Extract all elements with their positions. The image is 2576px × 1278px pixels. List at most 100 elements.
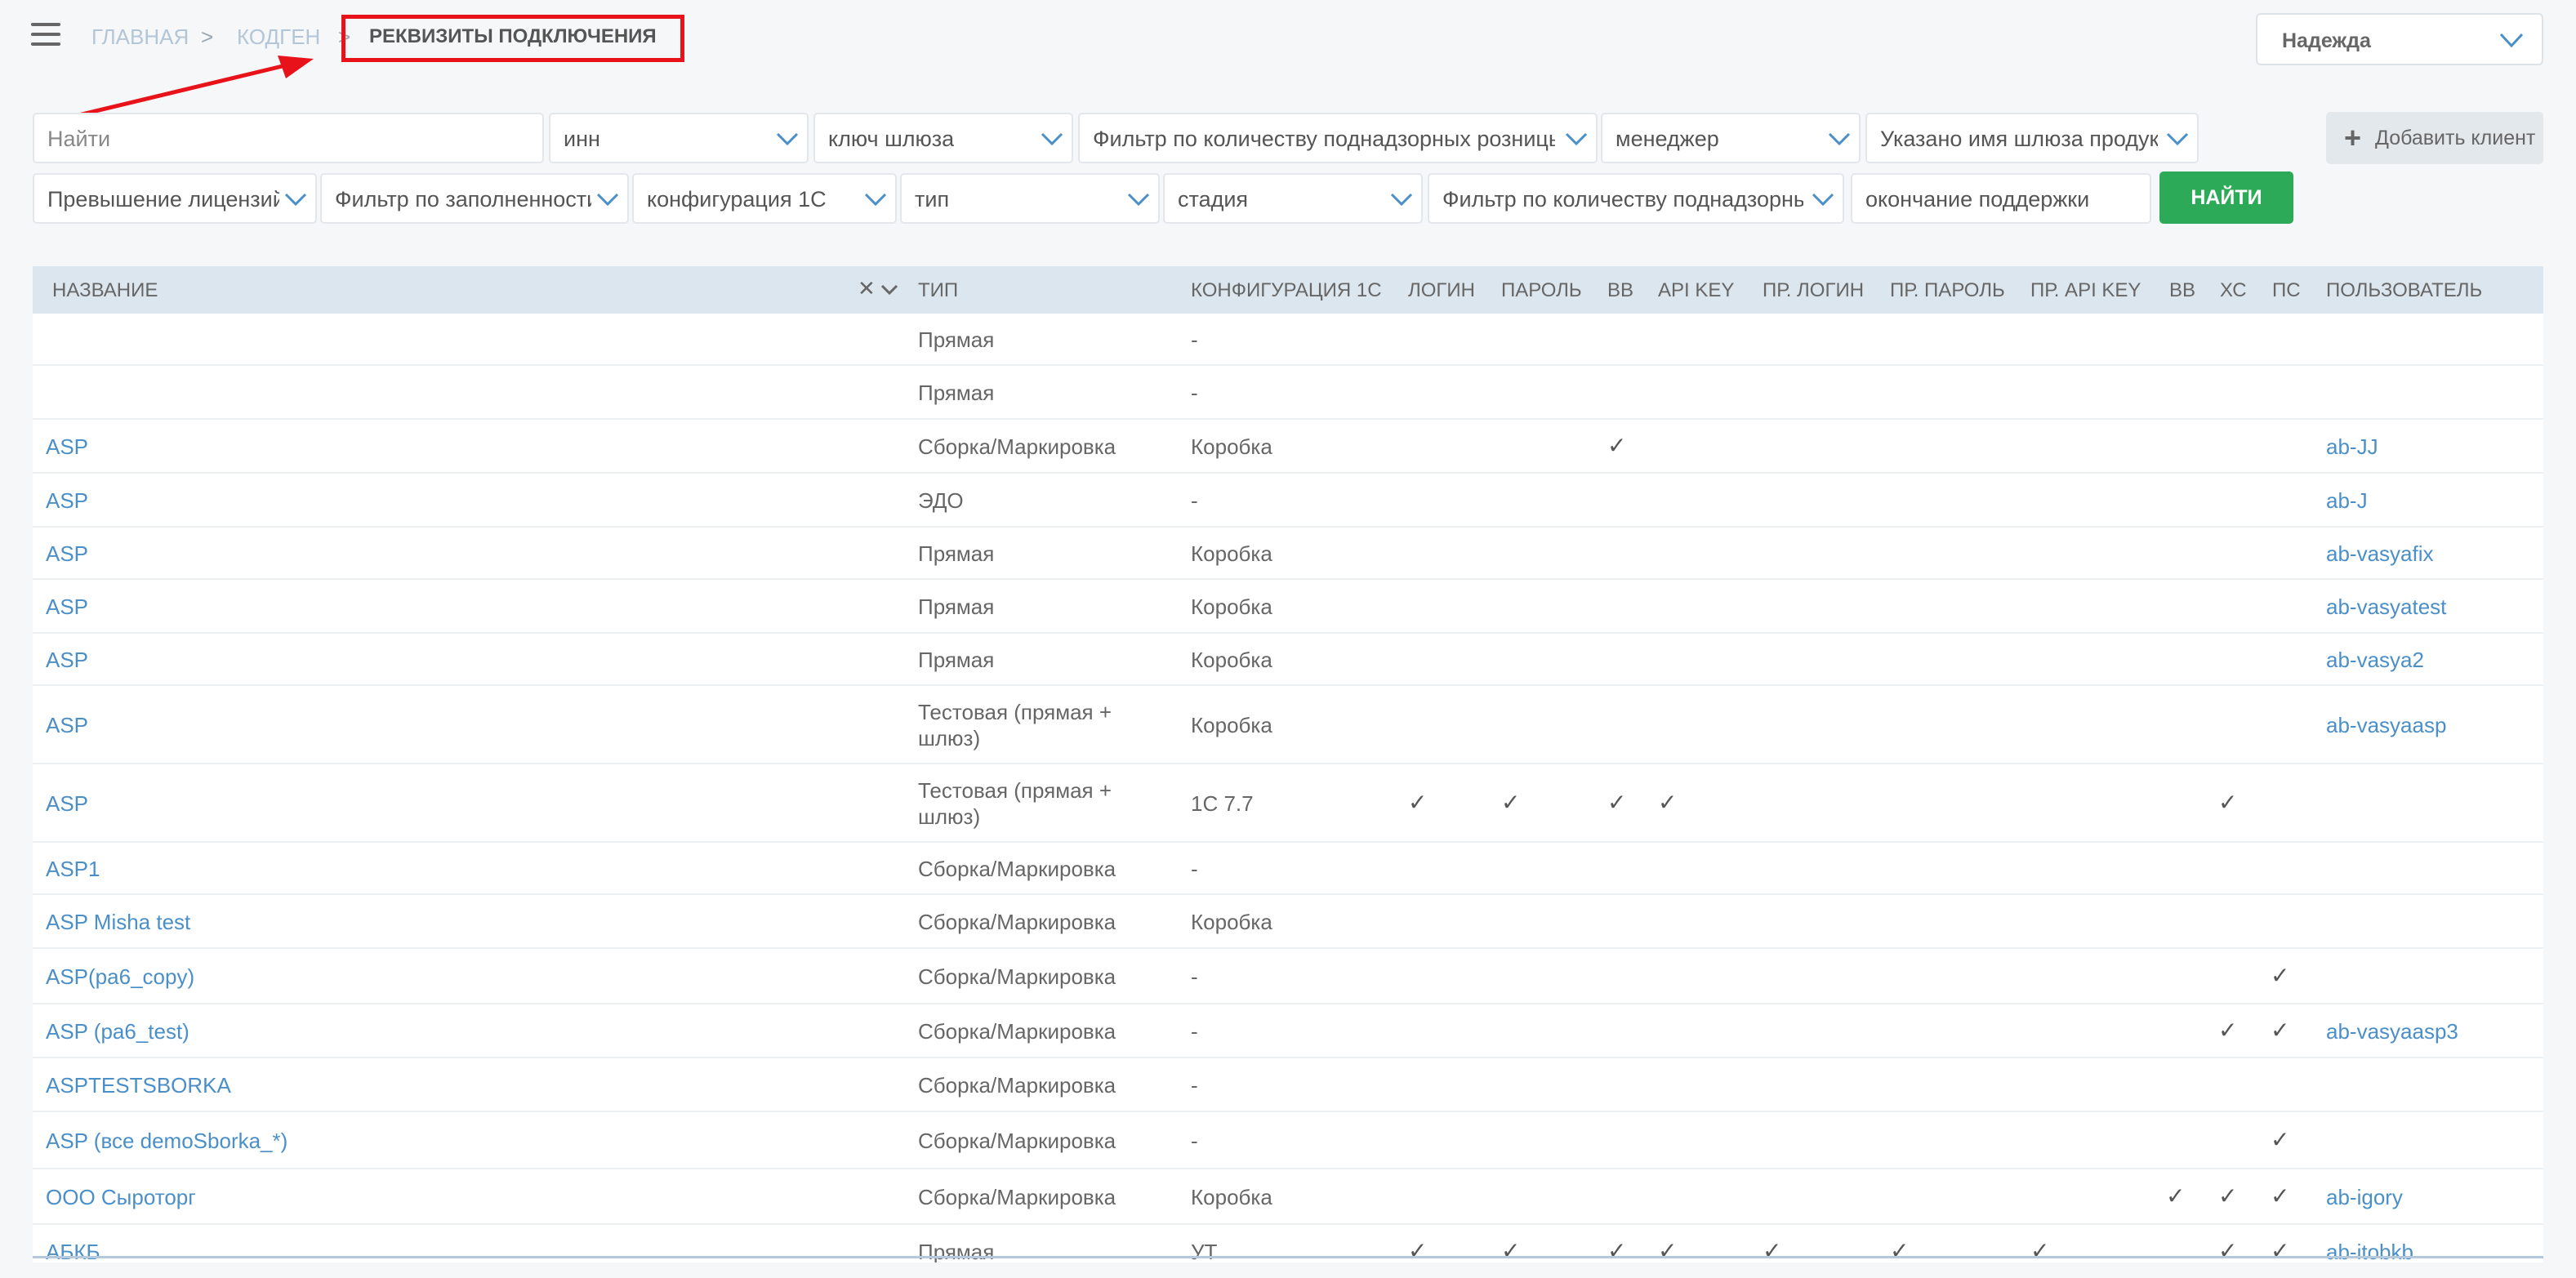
client-config: Коробка xyxy=(1191,1185,1272,1209)
table-row[interactable]: ASP (все demoSborka_*) Сборка/Маркировка -… xyxy=(33,1112,2543,1169)
table-row[interactable]: ASP Прямая Коробка ab-vasyatest xyxy=(33,580,2543,634)
config-1c-filter[interactable]: конфигурация 1С xyxy=(632,173,897,224)
check-mark-icon: ✓ xyxy=(2271,1018,2290,1043)
table-row[interactable]: Прямая - xyxy=(33,366,2543,420)
column-header-xs[interactable]: ХС xyxy=(2220,279,2247,302)
check-mark-icon: ✓ xyxy=(1607,790,1627,815)
client-config: - xyxy=(1191,1129,1198,1153)
table-row[interactable]: ASPTESTSBORKA Сборка/Маркировка - xyxy=(33,1058,2543,1112)
client-name-link[interactable]: ASP Misha test xyxy=(46,909,190,935)
chevron-down-icon xyxy=(1390,193,1413,207)
client-name-link[interactable]: ASP xyxy=(46,541,88,567)
breadcrumb-section[interactable]: КОДГЕН xyxy=(237,24,320,50)
check-mark-icon: ✓ xyxy=(1501,1238,1521,1262)
table-row[interactable]: ASP Тестовая (прямая + шлюз) Коробка ab-vas… xyxy=(33,686,2543,764)
column-header-pr-api-key[interactable]: ПР. API KEY xyxy=(2030,279,2141,302)
column-header-api-key[interactable]: API KEY xyxy=(1658,279,1734,302)
client-user-link[interactable]: ab-vasyaasp3 xyxy=(2326,1018,2458,1044)
client-type: Сборка/Маркировка xyxy=(918,1019,1116,1044)
license-excess-filter[interactable]: Превышение лицензий xyxy=(33,173,317,224)
user-dropdown[interactable]: Надежда xyxy=(2256,13,2543,65)
client-name-link[interactable]: ASP xyxy=(46,488,88,514)
table-row[interactable]: ASP (ра6_test) Сборка/Маркировка - ab-vasya… xyxy=(33,1004,2543,1058)
add-client-button[interactable]: + Добавить клиент xyxy=(2326,112,2543,164)
column-header-bb2[interactable]: ВВ xyxy=(2169,279,2195,302)
chevron-down-icon xyxy=(864,193,887,207)
client-user-link[interactable]: ab-vasyafix xyxy=(2326,541,2434,567)
column-header-name[interactable]: НАЗВАНИЕ xyxy=(52,279,158,302)
supervised-count-filter[interactable]: Фильтр по количеству поднадзорных xyxy=(1428,173,1844,224)
table-row[interactable]: ASP1 Сборка/Маркировка - xyxy=(33,843,2543,895)
breadcrumb-current: РЕКВИЗИТЫ ПОДКЛЮЧЕНИЯ xyxy=(369,25,657,47)
client-user-link[interactable]: ab-vasya2 xyxy=(2326,647,2424,673)
manager-filter[interactable]: менеджер xyxy=(1601,113,1861,163)
column-header-pr-password[interactable]: ПР. ПАРОЛЬ xyxy=(1890,279,2005,302)
client-user-link[interactable]: ab-JJ xyxy=(2326,434,2378,460)
client-name-link[interactable]: ASP xyxy=(46,712,88,738)
breadcrumb-home[interactable]: ГЛАВНАЯ xyxy=(91,24,189,50)
column-header-bb[interactable]: ВВ xyxy=(1607,279,1633,302)
support-end-input[interactable]: окончание поддержки xyxy=(1851,173,2151,224)
client-name-link[interactable]: ASP(ра6_copy) xyxy=(46,964,194,990)
client-name-link[interactable]: ASP xyxy=(46,647,88,673)
client-config: Коробка xyxy=(1191,434,1272,459)
chevron-down-icon xyxy=(2166,132,2189,146)
client-name-link[interactable]: ASP1 xyxy=(46,856,100,882)
stage-filter[interactable]: стадия xyxy=(1163,173,1423,224)
table-row[interactable]: ASP Misha test Сборка/Маркировка Коробка xyxy=(33,895,2543,949)
gateway-product-filter[interactable]: Указано имя шлюза продукт xyxy=(1865,113,2199,163)
table-row[interactable]: ASP ЭДО - ab-J xyxy=(33,474,2543,528)
client-name-link[interactable]: ASP xyxy=(46,790,88,817)
client-user-link[interactable]: ab-igory xyxy=(2326,1184,2403,1210)
table-scrollbar[interactable] xyxy=(33,1256,2543,1258)
client-user-link[interactable]: ab-J xyxy=(2326,488,2368,514)
column-header-type[interactable]: ТИП xyxy=(918,279,958,302)
client-user-link[interactable]: ab-itobkb xyxy=(2326,1239,2413,1262)
fill-filter[interactable]: Фильтр по заполненности xyxy=(320,173,629,224)
gateway-key-filter[interactable]: ключ шлюза xyxy=(813,113,1073,163)
column-header-login[interactable]: ЛОГИН xyxy=(1408,279,1475,302)
client-type: Сборка/Маркировка xyxy=(918,1073,1116,1098)
column-header-pr-login[interactable]: ПР. ЛОГИН xyxy=(1763,279,1864,302)
inn-filter[interactable]: инн xyxy=(549,113,809,163)
hamburger-menu-icon[interactable] xyxy=(31,23,62,47)
column-header-user[interactable]: ПОЛЬЗОВАТЕЛЬ xyxy=(2326,279,2482,302)
clear-sort-icon[interactable]: ✕ xyxy=(858,276,876,301)
check-mark-icon: ✓ xyxy=(1890,1238,1910,1262)
table-row[interactable]: ООО Сыроторг Сборка/Маркировка Коробка ab-i… xyxy=(33,1169,2543,1225)
client-name-link[interactable]: ООО Сыроторг xyxy=(46,1184,196,1210)
table-row[interactable]: ASP Сборка/Маркировка Коробка ab-JJ ✓ xyxy=(33,420,2543,474)
client-config: Коробка xyxy=(1191,648,1272,672)
type-filter[interactable]: тип xyxy=(900,173,1160,224)
breadcrumb-separator-icon: > xyxy=(201,24,214,49)
client-user-link[interactable]: ab-vasyatest xyxy=(2326,594,2446,620)
column-header-password[interactable]: ПАРОЛЬ xyxy=(1501,279,1582,302)
table-row[interactable]: ASP Прямая Коробка ab-vasyafix xyxy=(33,528,2543,580)
column-header-config[interactable]: КОНФИГУРАЦИЯ 1С xyxy=(1191,279,1382,302)
check-mark-icon: ✓ xyxy=(2030,1238,2050,1262)
sort-chevron-icon[interactable] xyxy=(880,283,898,297)
client-name-link[interactable]: ASP (все demoSborka_*) xyxy=(46,1128,287,1154)
table-row[interactable]: ASP Тестовая (прямая + шлюз) 1С 7.7 ✓ ✓ ✓ ✓ ✓ xyxy=(33,764,2543,843)
check-mark-icon: ✓ xyxy=(2271,1238,2290,1262)
client-name-link[interactable]: ASP (ра6_test) xyxy=(46,1018,189,1044)
client-user-link[interactable]: ab-vasyaasp xyxy=(2326,712,2446,738)
client-name-link[interactable]: ASP xyxy=(46,434,88,460)
client-name-link[interactable]: ASPTESTSBORKA xyxy=(46,1072,231,1098)
client-name-link[interactable]: АБКБ xyxy=(46,1239,100,1262)
client-config: УТ xyxy=(1191,1240,1218,1262)
client-type: Сборка/Маркировка xyxy=(918,434,1116,459)
table-row[interactable]: Прямая - xyxy=(33,314,2543,366)
table-row[interactable]: ASP Прямая Коробка ab-vasya2 xyxy=(33,634,2543,686)
check-mark-icon: ✓ xyxy=(2271,1183,2290,1209)
check-mark-icon: ✓ xyxy=(2166,1183,2186,1209)
find-button[interactable]: НАЙТИ xyxy=(2159,171,2293,224)
client-config: 1С 7.7 xyxy=(1191,791,1254,816)
client-name-link[interactable]: ASP xyxy=(46,594,88,620)
table-row[interactable]: ASP(ра6_copy) Сборка/Маркировка - ✓ xyxy=(33,949,2543,1004)
retail-count-filter[interactable]: Фильтр по количеству поднадзорных розниц… xyxy=(1078,113,1598,163)
column-header-ps[interactable]: ПС xyxy=(2272,279,2301,302)
chevron-down-icon xyxy=(2499,33,2524,48)
search-input[interactable]: Найти xyxy=(33,113,544,163)
check-mark-icon: ✓ xyxy=(2218,1238,2238,1262)
